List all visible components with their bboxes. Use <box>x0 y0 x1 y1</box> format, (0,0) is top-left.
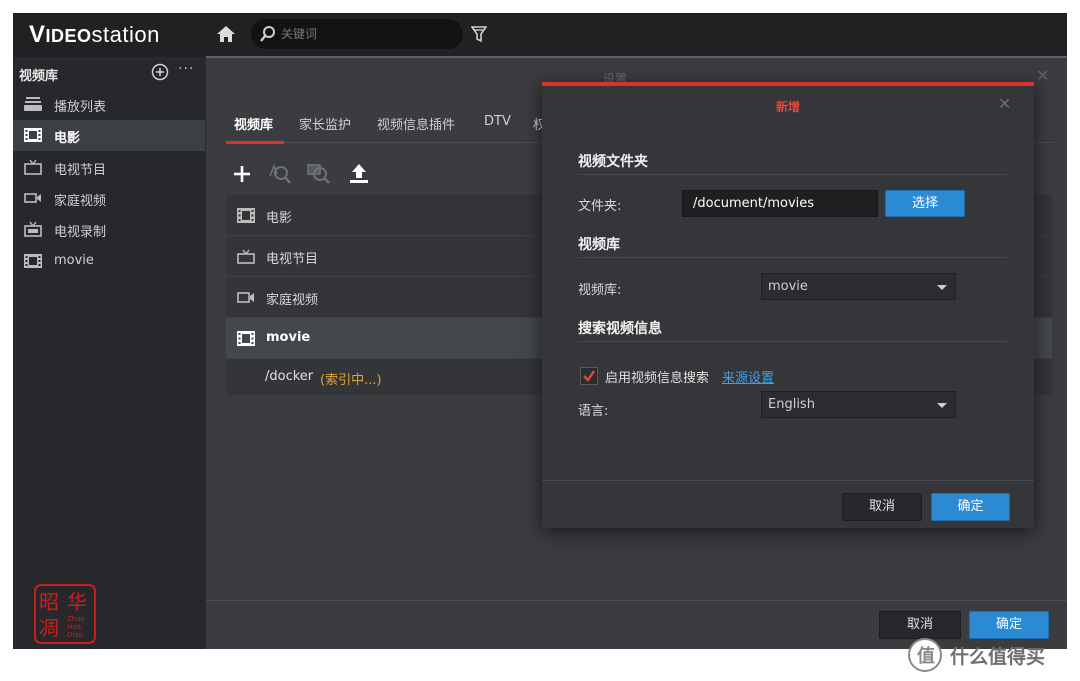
sidebar-item-label: 家庭视频 <box>54 194 107 209</box>
language-dropdown[interactable]: English <box>761 391 956 418</box>
svg-text:昭: 昭 <box>39 590 59 614</box>
sidebar: 视频库 ··· 播放列表 电影 电视节目 家庭视频 电视录制 movie 昭 华… <box>13 57 205 649</box>
search-icon <box>260 26 275 42</box>
edit-search-icon[interactable] <box>268 162 292 186</box>
video-station-window: VIDEOstation 视频库 ··· <box>13 13 1067 649</box>
sidebar-item-movie-library[interactable]: movie <box>13 246 205 277</box>
library-dropdown-value: movie <box>768 279 808 294</box>
folder-path: /docker <box>265 369 314 384</box>
home-icon[interactable] <box>216 24 236 44</box>
sidebar-item-label: 播放列表 <box>54 100 107 115</box>
tv-icon <box>237 249 255 264</box>
sidebar-item-tv-shows[interactable]: 电视节目 <box>13 152 205 183</box>
dialog-title: 新增 <box>775 100 800 114</box>
indexing-status: (索引中...) <box>320 373 382 388</box>
select-folder-button[interactable]: 选择 <box>885 190 965 217</box>
rescan-icon[interactable] <box>307 162 331 186</box>
sidebar-item-movies[interactable]: 电影 <box>13 120 205 151</box>
filter-icon[interactable] <box>471 25 487 43</box>
chevron-down-icon <box>937 403 947 408</box>
tab-dtv[interactable]: DTV <box>484 114 511 129</box>
section-video-folder: 视频文件夹 <box>578 154 648 170</box>
playlist-icon <box>24 97 42 111</box>
svg-text:华: 华 <box>67 590 87 614</box>
library-dropdown[interactable]: movie <box>761 273 956 300</box>
library-label: 视频库: <box>578 283 622 298</box>
add-circle-icon[interactable] <box>151 63 169 81</box>
more-icon[interactable]: ··· <box>178 61 194 77</box>
folder-label: 文件夹: <box>578 199 622 214</box>
section-divider <box>578 257 1007 258</box>
camcorder-icon <box>237 292 254 303</box>
settings-ok-button[interactable]: 确定 <box>969 611 1049 639</box>
section-search-info: 搜索视频信息 <box>578 321 662 337</box>
top-bar: VIDEOstation <box>13 13 1067 57</box>
sidebar-item-tv-recordings[interactable]: 电视录制 <box>13 214 205 245</box>
dialog-ok-button[interactable]: 确定 <box>931 493 1010 521</box>
sidebar-item-label: 电影 <box>54 131 81 146</box>
sidebar-item-label: 电视录制 <box>54 225 107 240</box>
close-icon[interactable]: ✕ <box>1036 66 1049 85</box>
enable-search-checkbox[interactable] <box>580 367 598 385</box>
svg-text:Zhao: Zhao <box>67 615 85 623</box>
svg-text:值: 值 <box>917 645 935 667</box>
movie-film-icon <box>24 254 42 268</box>
svg-text:Hua: Hua <box>67 623 81 631</box>
enable-search-label: 启用视频信息搜索 <box>605 371 710 386</box>
checkmark-icon <box>583 370 595 382</box>
watermark-text: 什么值得买 <box>950 646 1046 668</box>
active-tab-indicator <box>226 141 284 144</box>
language-label: 语言: <box>578 404 609 419</box>
movie-film-icon <box>237 331 255 346</box>
movie-film-icon <box>24 128 42 142</box>
language-dropdown-value: English <box>768 397 815 412</box>
tv-record-icon <box>24 221 42 237</box>
svg-text:凋: 凋 <box>39 616 59 640</box>
tab-video-library[interactable]: 视频库 <box>234 114 273 133</box>
section-divider <box>578 341 1007 342</box>
list-item-label: 电视节目 <box>266 252 319 267</box>
search-input[interactable] <box>281 24 451 44</box>
folder-path-input[interactable]: /document/movies <box>682 190 878 217</box>
tab-video-info-plugin[interactable]: 视频信息插件 <box>377 114 455 133</box>
section-divider <box>578 174 1007 175</box>
upload-icon[interactable] <box>347 162 371 186</box>
list-item-label: movie <box>266 330 311 345</box>
svg-text:Diao: Diao <box>67 631 83 639</box>
dialog-cancel-button[interactable]: 取消 <box>842 493 922 521</box>
tab-parental-control[interactable]: 家长监护 <box>299 114 351 133</box>
watermark-logo-icon: 值 <box>908 638 942 672</box>
add-icon[interactable] <box>230 162 254 186</box>
seal-stamp-icon: 昭 华 凋 Zhao Hua Diao <box>34 584 96 644</box>
movie-film-icon <box>237 208 255 223</box>
sidebar-item-playlist[interactable]: 播放列表 <box>13 89 205 120</box>
footer-divider <box>206 600 1067 601</box>
sidebar-item-label: 电视节目 <box>54 163 107 178</box>
sidebar-item-home-videos[interactable]: 家庭视频 <box>13 183 205 214</box>
dialog-footer-divider <box>542 480 1034 481</box>
close-icon[interactable]: ✕ <box>998 94 1011 113</box>
camcorder-icon <box>24 193 41 203</box>
sidebar-item-label: movie <box>54 253 94 268</box>
settings-cancel-button[interactable]: 取消 <box>879 611 961 639</box>
add-folder-dialog: 新增 ✕ 视频文件夹 文件夹: /document/movies 选择 视频库 … <box>542 82 1034 528</box>
list-item-label: 电影 <box>266 211 293 226</box>
chevron-down-icon <box>937 285 947 290</box>
source-settings-link[interactable]: 来源设置 <box>722 367 774 386</box>
tv-icon <box>24 159 42 175</box>
section-video-library: 视频库 <box>578 237 620 253</box>
search-bar[interactable] <box>251 19 463 49</box>
sidebar-title: 视频库 <box>19 69 59 84</box>
list-item-label: 家庭视频 <box>266 293 319 308</box>
app-logo: VIDEOstation <box>29 21 160 48</box>
